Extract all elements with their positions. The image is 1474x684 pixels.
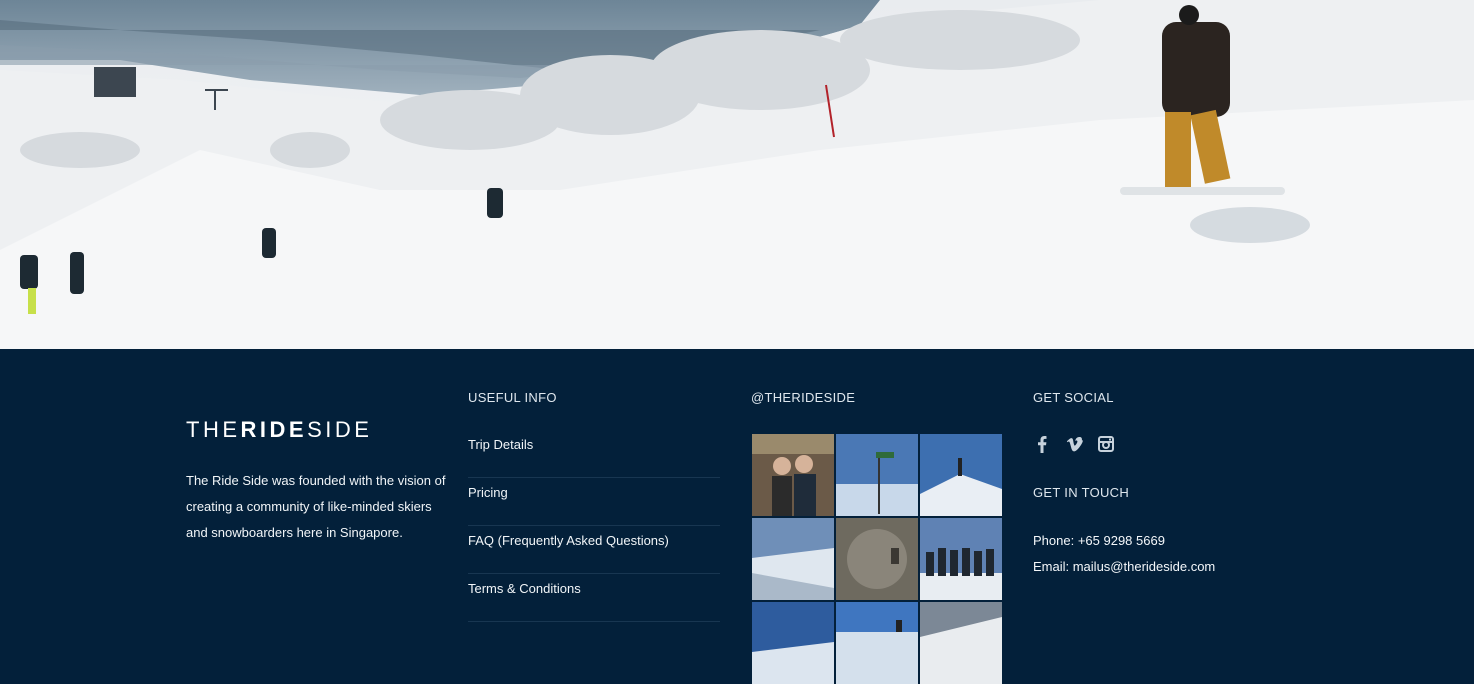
facebook-icon[interactable] <box>1033 435 1051 453</box>
about-text: The Ride Side was founded with the visio… <box>186 473 446 540</box>
contact-email[interactable]: Email: mailus@therideside.com <box>1033 559 1215 574</box>
ski-slope-photo <box>0 0 1474 349</box>
site-logo[interactable]: THERIDESIDE <box>186 417 372 443</box>
link-pricing[interactable]: Pricing <box>468 478 720 500</box>
logo-part: THE <box>186 417 241 442</box>
useful-info-heading: USEFUL INFO <box>468 390 557 405</box>
list-item: FAQ (Frequently Asked Questions) <box>468 526 720 574</box>
instagram-photo[interactable] <box>836 602 918 684</box>
list-item: Pricing <box>468 478 720 526</box>
instagram-photo[interactable] <box>752 434 834 516</box>
instagram-photo[interactable] <box>752 602 834 684</box>
instagram-photo[interactable] <box>836 434 918 516</box>
get-social-heading: GET SOCIAL <box>1033 390 1114 405</box>
instagram-heading: @THERIDESIDE <box>751 390 856 405</box>
list-item: Terms & Conditions <box>468 574 720 622</box>
instagram-photo[interactable] <box>920 434 1002 516</box>
link-terms[interactable]: Terms & Conditions <box>468 574 720 596</box>
list-item: Trip Details <box>468 430 720 478</box>
site-footer: THERIDESIDE The Ride Side was founded wi… <box>0 349 1474 684</box>
link-trip-details[interactable]: Trip Details <box>468 430 720 452</box>
get-in-touch-heading: GET IN TOUCH <box>1033 485 1130 500</box>
social-icons <box>1033 435 1115 453</box>
instagram-photo[interactable] <box>836 518 918 600</box>
instagram-grid <box>752 434 1004 684</box>
instagram-photo[interactable] <box>920 602 1002 684</box>
logo-part: SIDE <box>307 417 373 442</box>
instagram-icon[interactable] <box>1097 435 1115 453</box>
contact-phone[interactable]: Phone: +65 9298 5669 <box>1033 533 1165 548</box>
link-faq[interactable]: FAQ (Frequently Asked Questions) <box>468 526 720 548</box>
instagram-photo[interactable] <box>920 518 1002 600</box>
logo-part: RIDE <box>240 417 308 442</box>
instagram-photo[interactable] <box>752 518 834 600</box>
hero-image <box>0 0 1474 349</box>
useful-info-links: Trip Details Pricing FAQ (Frequently Ask… <box>468 430 720 622</box>
vimeo-icon[interactable] <box>1065 435 1083 453</box>
